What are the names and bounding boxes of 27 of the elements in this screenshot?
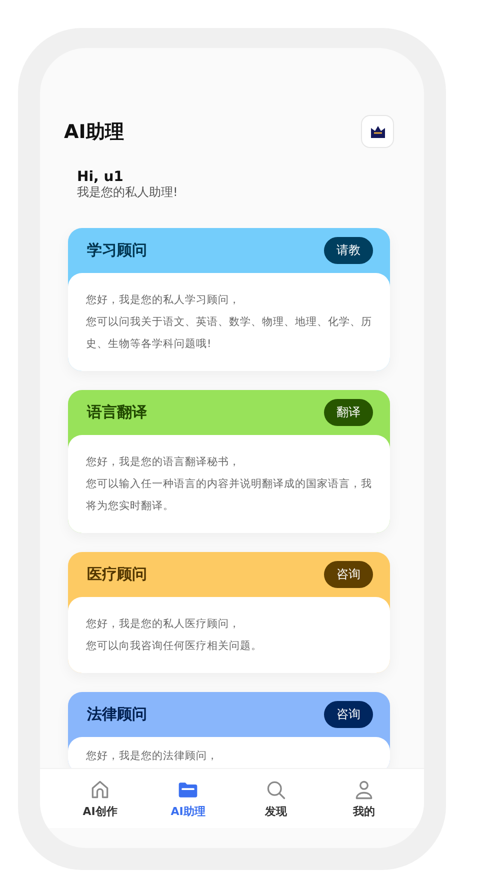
tab[interactable]: AI助理 [158,778,218,818]
assistant-description: 您可以向我咨询任何医疗相关问题。 [86,639,263,654]
home-icon [89,778,111,800]
action-button[interactable]: 咨询 [324,561,373,588]
assistant-description: 您好，我是您的法律顾问， [86,749,219,764]
crown-icon [370,124,386,138]
tab[interactable]: 发现 [246,778,306,818]
assistant-name: 语言翻译 [87,403,147,422]
search-icon [265,778,287,800]
assistant-name: 法律顾问 [87,705,147,724]
assistant-description: 您好，我是您的私人医疗顾问， [86,617,241,632]
page-title: AI助理 [64,120,124,144]
tab[interactable]: AI创作 [70,778,130,818]
user-icon [353,778,375,800]
action-button[interactable]: 翻译 [324,399,373,426]
greeting-subtitle: 我是您的私人助理! [77,185,179,200]
assistant-description: 您可以问我关于语文、英语、数学、物理、地理、化学、历史、生物等各学科问题哦! [86,315,372,352]
tab[interactable]: 我的 [334,778,394,818]
assistant-description: 您好，我是您的私人学习顾问， [86,293,241,308]
assistant-description: 您可以输入任一种语言的内容并说明翻译成的国家语言，我将为您实时翻译。 [86,477,372,514]
badge-button[interactable] [361,115,394,148]
assistant-name: 医疗顾问 [87,565,147,584]
assistant-name: 学习顾问 [87,241,147,260]
greeting-title: Hi, u1 [77,170,124,185]
action-button[interactable]: 请教 [324,237,373,264]
assistant-description: 您好，我是您的语言翻译秘书， [86,455,241,470]
action-button[interactable]: 咨询 [324,701,373,728]
